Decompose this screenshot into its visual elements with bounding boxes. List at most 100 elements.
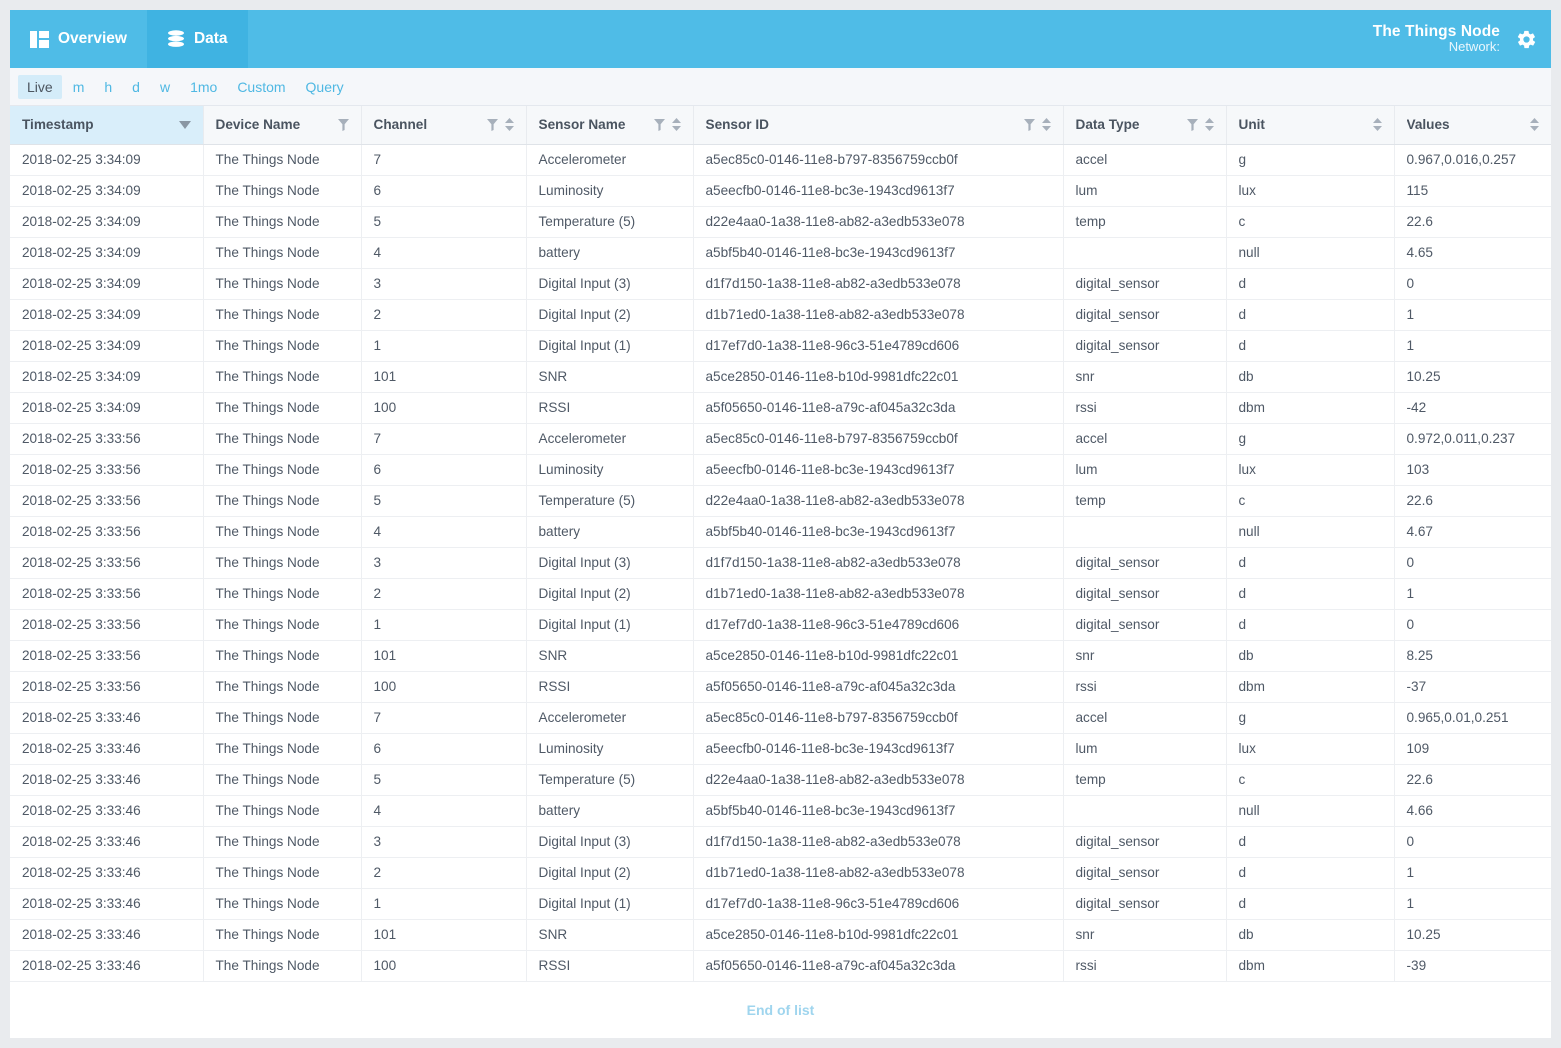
cell-unit: d <box>1226 857 1395 889</box>
filter-icon[interactable] <box>486 118 498 131</box>
cell-values: 1 <box>1394 888 1551 920</box>
column-header-sensor_name[interactable]: Sensor Name <box>526 106 694 145</box>
sort-icon[interactable] <box>504 118 514 132</box>
table-row[interactable]: 2018-02-25 3:33:46 The Things Node 7 Accele… <box>10 702 1551 734</box>
filter-icon[interactable] <box>1186 118 1198 131</box>
cell-sensor_id: d22e4aa0-1a38-11e8-ab82-a3edb533e078 <box>693 206 1064 238</box>
cell-channel: 4 <box>361 795 527 827</box>
cell-channel: 101 <box>361 919 527 951</box>
column-header-label-channel: Channel <box>373 117 428 133</box>
column-header-icons-timestamp <box>178 117 191 132</box>
sort-icon[interactable] <box>1041 118 1051 132</box>
sort-icon[interactable] <box>1204 118 1214 132</box>
range-minute[interactable]: m <box>64 75 94 99</box>
column-header-device_name[interactable]: Device Name <box>203 106 362 145</box>
table-row[interactable]: 2018-02-25 3:33:56 The Things Node 7 Accele… <box>10 423 1551 455</box>
cell-sensor_id: d1f7d150-1a38-11e8-ab82-a3edb533e078 <box>693 268 1064 300</box>
table-row[interactable]: 2018-02-25 3:33:46 The Things Node 1 Digita… <box>10 888 1551 920</box>
table-row[interactable]: 2018-02-25 3:33:56 The Things Node 100 RSSI… <box>10 671 1551 703</box>
cell-sensor_id: a5ec85c0-0146-11e8-b797-8356759ccb0f <box>693 702 1064 734</box>
range-custom[interactable]: Custom <box>228 75 294 99</box>
range-month[interactable]: 1mo <box>181 75 226 99</box>
column-header-unit[interactable]: Unit <box>1226 106 1395 145</box>
table-row[interactable]: 2018-02-25 3:33:56 The Things Node 4 batter… <box>10 516 1551 548</box>
table-row[interactable]: 2018-02-25 3:33:56 The Things Node 3 Digita… <box>10 547 1551 579</box>
range-day[interactable]: d <box>123 75 149 99</box>
table-row[interactable]: 2018-02-25 3:34:09 The Things Node 7 Accele… <box>10 144 1551 176</box>
cell-values: 0 <box>1394 547 1551 579</box>
cell-sensor_name: Digital Input (2) <box>526 578 694 610</box>
table-body: 2018-02-25 3:34:09 The Things Node 7 Accele… <box>10 144 1551 982</box>
column-header-values[interactable]: Values <box>1394 106 1551 145</box>
sort-icon[interactable] <box>1530 118 1539 132</box>
filter-icon[interactable] <box>337 118 349 131</box>
cell-timestamp: 2018-02-25 3:33:46 <box>10 764 204 796</box>
column-header-channel[interactable]: Channel <box>361 106 527 145</box>
range-live[interactable]: Live <box>18 74 62 99</box>
cell-device_name: The Things Node <box>203 330 362 362</box>
column-header-timestamp[interactable]: Timestamp <box>10 106 204 145</box>
cell-sensor_id: d1f7d150-1a38-11e8-ab82-a3edb533e078 <box>693 826 1064 858</box>
tab-data[interactable]: Data <box>146 10 248 68</box>
column-header-sensor_id[interactable]: Sensor ID <box>693 106 1064 145</box>
table-row[interactable]: 2018-02-25 3:33:46 The Things Node 5 Temper… <box>10 764 1551 796</box>
cell-sensor_id: d17ef7d0-1a38-11e8-96c3-51e4789cd606 <box>693 888 1064 920</box>
brand-block: The Things Node Network: <box>1373 10 1551 68</box>
cell-unit: d <box>1226 609 1395 641</box>
table-row[interactable]: 2018-02-25 3:33:46 The Things Node 6 Lumino… <box>10 733 1551 765</box>
table-row[interactable]: 2018-02-25 3:34:09 The Things Node 2 Digita… <box>10 299 1551 331</box>
cell-values: 109 <box>1394 733 1551 765</box>
filter-icon[interactable] <box>1023 118 1035 131</box>
table-row[interactable]: 2018-02-25 3:34:09 The Things Node 101 SNR a… <box>10 361 1551 393</box>
cell-unit: db <box>1226 640 1395 672</box>
table-row[interactable]: 2018-02-25 3:33:56 The Things Node 6 Lumino… <box>10 454 1551 486</box>
table-row[interactable]: 2018-02-25 3:34:09 The Things Node 5 Temper… <box>10 206 1551 238</box>
table-row[interactable]: 2018-02-25 3:34:09 The Things Node 6 Lumino… <box>10 175 1551 207</box>
column-header-data_type[interactable]: Data Type <box>1063 106 1227 145</box>
cell-unit: g <box>1226 702 1395 734</box>
cell-channel: 2 <box>361 578 527 610</box>
cell-device_name: The Things Node <box>203 206 362 238</box>
range-hour[interactable]: h <box>95 75 121 99</box>
range-query[interactable]: Query <box>297 75 353 99</box>
cell-unit: c <box>1226 764 1395 796</box>
table-row[interactable]: 2018-02-25 3:33:46 The Things Node 4 batter… <box>10 795 1551 827</box>
table-row[interactable]: 2018-02-25 3:34:09 The Things Node 4 batter… <box>10 237 1551 269</box>
cell-data_type: digital_sensor <box>1063 888 1227 920</box>
cell-channel: 100 <box>361 950 527 982</box>
filter-icon[interactable] <box>653 118 665 131</box>
cell-sensor_name: battery <box>526 237 694 269</box>
table-row[interactable]: 2018-02-25 3:33:56 The Things Node 1 Digita… <box>10 609 1551 641</box>
cell-channel: 7 <box>361 423 527 455</box>
cell-values: 0 <box>1394 268 1551 300</box>
cell-unit: db <box>1226 361 1395 393</box>
table-row[interactable]: 2018-02-25 3:33:46 The Things Node 100 RSSI… <box>10 950 1551 982</box>
sort-icon[interactable] <box>671 118 681 132</box>
table-row[interactable]: 2018-02-25 3:33:56 The Things Node 101 SNR a… <box>10 640 1551 672</box>
table-row[interactable]: 2018-02-25 3:33:46 The Things Node 2 Digita… <box>10 857 1551 889</box>
cell-channel: 1 <box>361 330 527 362</box>
table-row[interactable]: 2018-02-25 3:34:09 The Things Node 100 RSSI… <box>10 392 1551 424</box>
dashboard-icon <box>30 30 49 48</box>
tab-overview[interactable]: Overview <box>10 10 147 68</box>
table-row[interactable]: 2018-02-25 3:33:46 The Things Node 3 Digita… <box>10 826 1551 858</box>
cell-channel: 6 <box>361 733 527 765</box>
table-row[interactable]: 2018-02-25 3:34:09 The Things Node 3 Digita… <box>10 268 1551 300</box>
table-row[interactable]: 2018-02-25 3:33:46 The Things Node 101 SNR a… <box>10 919 1551 951</box>
table-row[interactable]: 2018-02-25 3:33:56 The Things Node 2 Digita… <box>10 578 1551 610</box>
cell-values: 4.67 <box>1394 516 1551 548</box>
appbar-spacer <box>248 10 1373 68</box>
cell-channel: 5 <box>361 485 527 517</box>
cell-sensor_name: Temperature (5) <box>526 485 694 517</box>
cell-channel: 100 <box>361 671 527 703</box>
range-week[interactable]: w <box>151 75 179 99</box>
gear-icon[interactable] <box>1516 29 1537 50</box>
cell-sensor_id: a5eecfb0-0146-11e8-bc3e-1943cd9613f7 <box>693 175 1064 207</box>
table-row[interactable]: 2018-02-25 3:34:09 The Things Node 1 Digita… <box>10 330 1551 362</box>
cell-data_type: snr <box>1063 919 1227 951</box>
cell-values: 0.972,0.011,0.237 <box>1394 423 1551 455</box>
sort-icon[interactable] <box>1372 118 1382 132</box>
sort-desc-icon[interactable] <box>178 117 191 132</box>
cell-unit: d <box>1226 826 1395 858</box>
table-row[interactable]: 2018-02-25 3:33:56 The Things Node 5 Temper… <box>10 485 1551 517</box>
